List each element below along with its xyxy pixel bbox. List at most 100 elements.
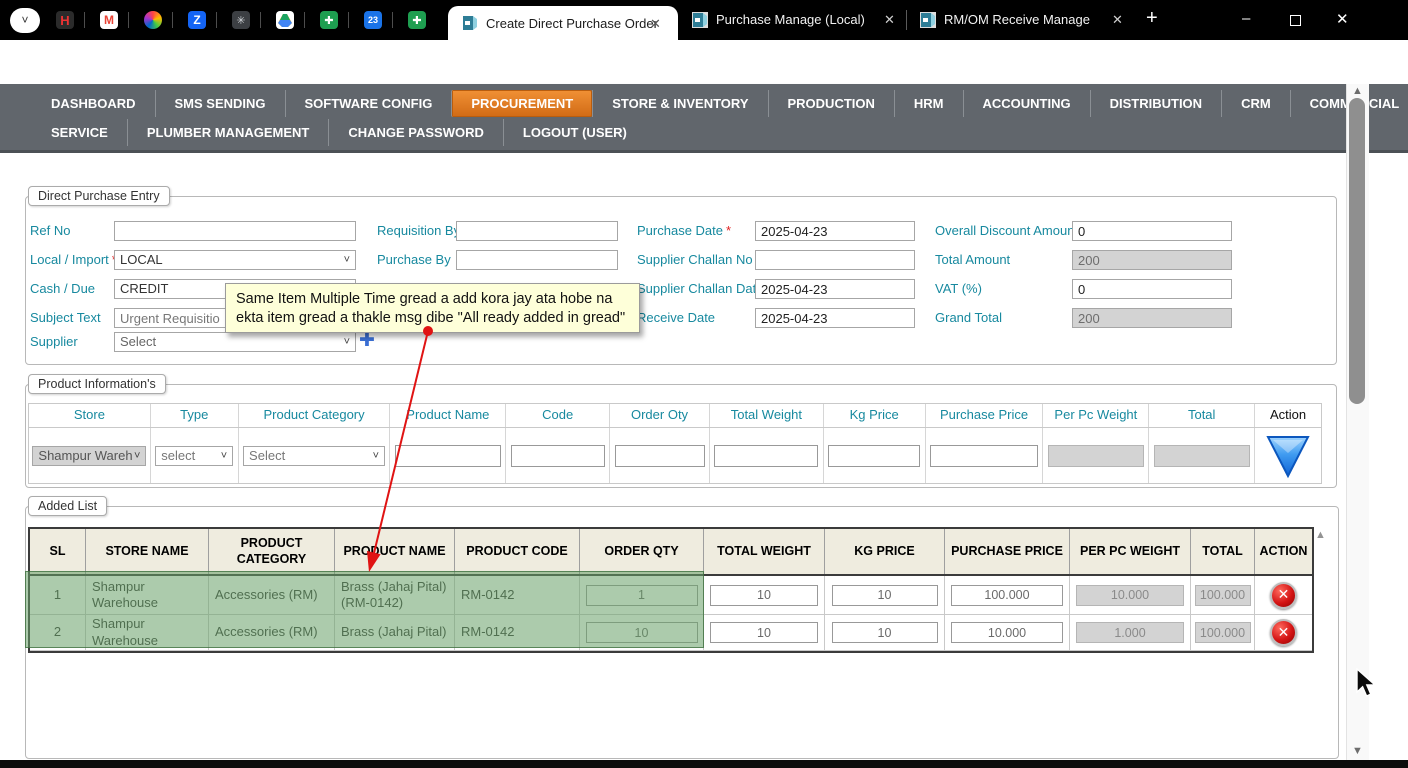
pinned-tab-calendar-icon[interactable]: 23: [364, 11, 382, 29]
order-qty-input[interactable]: [615, 445, 705, 467]
col-order-qty: Order Oty: [610, 404, 710, 427]
col-action: Action: [1255, 404, 1321, 427]
window-maximize-button[interactable]: [1290, 13, 1301, 30]
add-supplier-plus-icon[interactable]: ✚: [359, 331, 375, 351]
nav-software-config[interactable]: SOFTWARE CONFIG: [285, 90, 452, 117]
total-weight-input[interactable]: [714, 445, 818, 467]
tab-purchase-manage[interactable]: Purchase Manage (Local): [716, 12, 865, 27]
purchase-price-cell: [945, 615, 1070, 650]
category-select[interactable]: Select˅: [243, 446, 385, 466]
delete-row-button[interactable]: ✕: [1270, 582, 1297, 609]
total-input: [1154, 445, 1250, 467]
pinned-tab-green-cross-icon[interactable]: ✚: [320, 11, 338, 29]
category-cell: Select˅: [239, 428, 391, 483]
purchase-price-input[interactable]: [930, 445, 1038, 467]
app-nav: DASHBOARD SMS SENDING SOFTWARE CONFIG PR…: [0, 84, 1408, 153]
col-per-pc-weight: Per Pc Weight: [1043, 404, 1149, 427]
pinned-tab-gmail-icon[interactable]: M: [100, 11, 118, 29]
purchase-price-cell: [926, 428, 1044, 483]
nav-logout[interactable]: LOGOUT (USER): [503, 119, 646, 146]
tab-close-icon[interactable]: ✕: [884, 12, 895, 28]
pinned-tab-z-icon[interactable]: Z: [188, 11, 206, 29]
local-import-select[interactable]: LOCAL˅: [114, 250, 356, 270]
purchase-price-input[interactable]: [951, 585, 1063, 606]
kg-price-cell: [824, 428, 926, 483]
scrollbar-down-icon[interactable]: ▼: [1352, 745, 1363, 757]
add-row-arrow-button[interactable]: [1265, 433, 1311, 479]
requisition-by-input[interactable]: [456, 221, 618, 241]
supplier-select[interactable]: Select˅: [114, 332, 356, 352]
overall-discount-input[interactable]: [1072, 221, 1232, 241]
supplier-challan-date-input[interactable]: [755, 279, 915, 299]
pinned-tab-drive-icon[interactable]: [276, 11, 294, 29]
nav-sms-sending[interactable]: SMS SENDING: [155, 90, 285, 117]
code-input[interactable]: [511, 445, 605, 467]
supplier-challan-no-input[interactable]: [755, 250, 915, 270]
receive-date-label: Receive Date: [637, 308, 715, 328]
scrollbar-thumb[interactable]: [1349, 98, 1365, 404]
tab-search-chevron-icon[interactable]: ˅: [10, 8, 40, 33]
local-import-label: Local / Import*: [30, 250, 117, 270]
supplier-challan-date-label: Supplier Challan Date: [637, 279, 763, 299]
chevron-down-icon: ˅: [134, 447, 140, 465]
col-product-name: PRODUCT NAME: [335, 529, 455, 574]
ref-no-input[interactable]: [114, 221, 356, 241]
tab-rm-om-receive-manage[interactable]: RM/OM Receive Manage: [944, 12, 1090, 27]
kg-price-input[interactable]: [828, 445, 920, 467]
kg-price-input[interactable]: [832, 622, 938, 643]
nav-accounting[interactable]: ACCOUNTING: [963, 90, 1090, 117]
added-list-scroll-up-icon[interactable]: ▲: [1315, 529, 1326, 541]
tab-separator: [906, 10, 907, 30]
pinned-tab-separator: [216, 12, 217, 28]
receive-date-input[interactable]: [755, 308, 915, 328]
kg-price-input[interactable]: [832, 585, 938, 606]
nav-production[interactable]: PRODUCTION: [768, 90, 894, 117]
pinned-tab-separator: [260, 12, 261, 28]
pinned-tab-green-cross-icon[interactable]: ✚: [408, 11, 426, 29]
purchase-by-input[interactable]: [456, 250, 618, 270]
type-select[interactable]: select˅: [155, 446, 233, 466]
nav-change-password[interactable]: CHANGE PASSWORD: [328, 119, 503, 146]
window-close-button[interactable]: ✕: [1336, 10, 1349, 28]
per-pc-weight-cell: [1043, 428, 1149, 483]
total-amount-input: [1072, 250, 1232, 270]
nav-plumber-management[interactable]: PLUMBER MANAGEMENT: [127, 119, 329, 146]
store-select: Shampur Wareh˅: [32, 446, 146, 466]
col-product-code: PRODUCT CODE: [455, 529, 580, 574]
product-name-input[interactable]: [395, 445, 501, 467]
tab-close-icon[interactable]: ✕: [1112, 12, 1123, 28]
pinned-tab-colorwheel-icon[interactable]: [144, 11, 162, 29]
purchase-price-input[interactable]: [951, 622, 1063, 643]
mouse-cursor: [1356, 668, 1380, 700]
col-code: Code: [506, 404, 610, 427]
scrollbar-up-icon[interactable]: ▲: [1352, 85, 1363, 97]
col-total-weight: Total Weight: [710, 404, 824, 427]
cash-due-label: Cash / Due: [30, 279, 95, 299]
store-cell: Shampur Wareh˅: [29, 428, 151, 483]
new-tab-button[interactable]: +: [1146, 7, 1158, 30]
nav-distribution[interactable]: DISTRIBUTION: [1090, 90, 1221, 117]
purchase-date-input[interactable]: [755, 221, 915, 241]
nav-hrm[interactable]: HRM: [894, 90, 963, 117]
weight-input[interactable]: [710, 622, 818, 643]
weight-input[interactable]: [710, 585, 818, 606]
pinned-tab-cluster-icon[interactable]: ✳: [232, 11, 250, 29]
nav-store-inventory[interactable]: STORE & INVENTORY: [592, 90, 767, 117]
tab-create-direct-purchase-order[interactable]: Create Direct Purchase Order ✕: [448, 6, 678, 40]
delete-row-button[interactable]: ✕: [1270, 619, 1297, 646]
subject-text-label: Subject Text: [30, 308, 101, 328]
vat-input[interactable]: [1072, 279, 1232, 299]
code-cell: [506, 428, 610, 483]
window-minimize-button[interactable]: –: [1242, 10, 1250, 27]
pinned-tab-h-icon[interactable]: H: [56, 11, 74, 29]
nav-service[interactable]: SERVICE: [32, 119, 127, 146]
nav-dashboard[interactable]: DASHBOARD: [32, 90, 155, 117]
nav-crm[interactable]: CRM: [1221, 90, 1290, 117]
weight-cell: [704, 615, 825, 650]
purchase-date-label: Purchase Date*: [637, 221, 731, 241]
nav-procurement[interactable]: PROCUREMENT: [451, 90, 592, 117]
tab-close-icon[interactable]: ✕: [650, 16, 661, 32]
annotation-note: Same Item Multiple Time gread a add kora…: [225, 283, 640, 333]
cash-due-value: CREDIT: [120, 281, 168, 296]
col-total: TOTAL: [1191, 529, 1255, 574]
